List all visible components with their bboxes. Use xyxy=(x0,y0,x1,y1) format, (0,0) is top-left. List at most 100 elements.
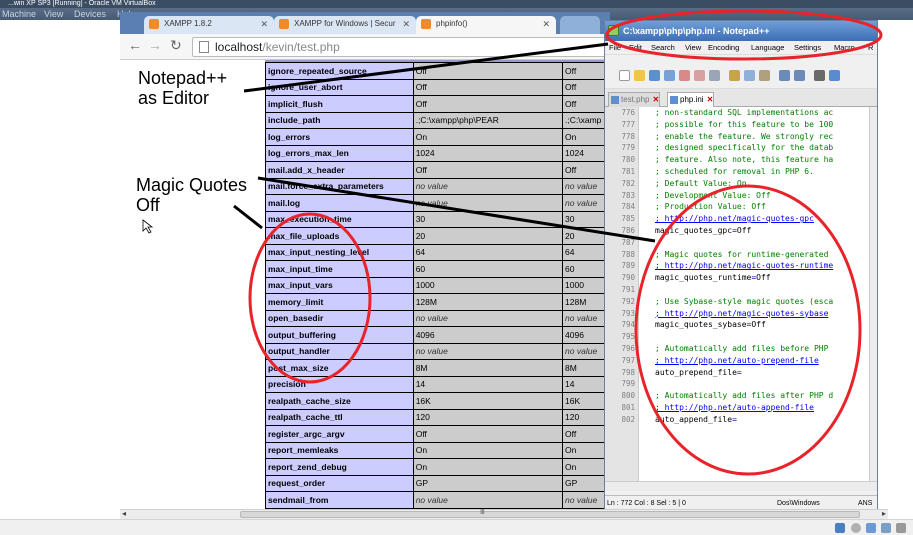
table-row: realpath_cache_size 16K 16K xyxy=(265,392,608,410)
directive-name-cell: max_input_vars xyxy=(265,276,414,294)
line-number-gutter: 776 777 778 779 780 781 782 783 784 785 786 787 788 7… xyxy=(605,107,639,481)
close-all-icon[interactable] xyxy=(694,70,705,81)
master-value-cell: 60 xyxy=(562,260,608,278)
local-value-cell: no value xyxy=(412,177,564,195)
close-icon[interactable]: ✕ xyxy=(707,95,714,104)
scroll-right-arrow-icon[interactable]: ▸ xyxy=(882,509,886,518)
line-number: 800 xyxy=(621,391,635,401)
table-row: ignore_user_abort Off Off xyxy=(265,78,608,96)
editor-horizontal-scrollbar[interactable] xyxy=(605,481,877,491)
scroll-left-arrow-icon[interactable]: ◂ xyxy=(122,509,126,518)
save-icon[interactable] xyxy=(649,70,660,81)
xampp-favicon-icon xyxy=(279,19,289,29)
npp-menu-file[interactable]: File xyxy=(609,43,621,52)
save-all-icon[interactable] xyxy=(664,70,675,81)
line-number: 783 xyxy=(621,190,635,200)
back-arrow-icon[interactable]: ← xyxy=(128,37,142,53)
editor-vertical-scrollbar[interactable] xyxy=(869,107,877,481)
npp-menu-edit[interactable]: Edit xyxy=(629,43,642,52)
master-value-cell: 1000 xyxy=(562,276,608,294)
notepadpp-window: C:\xampp\php\php.ini - Notepad++ File Ed… xyxy=(604,20,878,511)
npp-menu-macro[interactable]: Macro xyxy=(834,43,855,52)
line-number: 779 xyxy=(621,143,635,153)
line-number: 801 xyxy=(621,402,635,412)
find-icon[interactable] xyxy=(814,70,825,81)
address-bar[interactable]: localhost/kevin/test.php xyxy=(192,37,606,57)
local-value-cell: 128M xyxy=(412,293,564,311)
table-row: max_file_uploads 20 20 xyxy=(265,227,608,245)
code-line: ; Use Sybase-style magic quotes (esca xyxy=(655,296,834,306)
directive-name-cell: max_execution_time xyxy=(265,210,414,228)
url-path: /kevin/test.php xyxy=(262,40,340,54)
directive-name-cell: mail.add_x_header xyxy=(265,161,414,179)
code-line: ; designed specifically for the datab xyxy=(655,143,834,153)
line-number: 796 xyxy=(621,343,635,353)
close-icon[interactable]: ✕ xyxy=(402,16,410,32)
browser-tab-xampp-security[interactable]: XAMPP for Windows | Secur ✕ xyxy=(274,16,416,34)
vm-menu-view[interactable]: View xyxy=(44,9,63,19)
close-icon[interactable]: ✕ xyxy=(542,16,550,32)
local-value-cell: 64 xyxy=(412,243,564,261)
npp-tab-php-ini[interactable]: php.ini ✕ xyxy=(667,92,715,107)
master-value-cell: no value xyxy=(562,309,608,327)
display-icon[interactable] xyxy=(896,523,906,533)
npp-menu-language[interactable]: Language xyxy=(751,43,784,52)
copy-icon[interactable] xyxy=(744,70,755,81)
npp-tab-label: php.ini xyxy=(680,95,704,104)
directive-name-cell: post_max_size xyxy=(265,359,414,377)
browser-horizontal-scrollbar[interactable]: ◂ Ⅲ ▸ xyxy=(120,509,888,519)
master-value-cell: Off xyxy=(562,95,608,113)
redo-icon[interactable] xyxy=(794,70,805,81)
scrollbar-thumb[interactable] xyxy=(240,511,860,518)
guest-desktop-left xyxy=(0,20,120,515)
print-icon[interactable] xyxy=(709,70,720,81)
table-row: precision 14 14 xyxy=(265,375,608,393)
directive-name-cell: ignore_repeated_source xyxy=(265,62,414,80)
vm-menu-machine[interactable]: Machine xyxy=(2,9,36,19)
master-value-cell: On xyxy=(562,441,608,459)
npp-tab-test-php[interactable]: test.php ✕ xyxy=(608,92,661,107)
new-file-icon[interactable] xyxy=(619,70,630,81)
table-row: max_input_vars 1000 1000 xyxy=(265,276,608,294)
close-icon[interactable]: ✕ xyxy=(652,95,659,104)
code-editor[interactable]: ; non-standard SQL implementations ac ; p… xyxy=(639,107,869,481)
table-row: open_basedir no value no value xyxy=(265,309,608,327)
local-value-cell: 1000 xyxy=(412,276,564,294)
browser-tab-phpinfo[interactable]: phpinfo() ✕ xyxy=(416,16,556,34)
new-tab-button[interactable] xyxy=(560,16,600,34)
hard-disk-icon[interactable] xyxy=(835,523,845,533)
npp-menu-settings[interactable]: Settings xyxy=(794,43,821,52)
close-icon[interactable]: ✕ xyxy=(260,16,268,32)
reload-icon[interactable]: ↻ xyxy=(170,37,182,54)
npp-menu-search[interactable]: Search xyxy=(651,43,675,52)
npp-menu-view[interactable]: View xyxy=(685,43,701,52)
local-value-cell: Off xyxy=(412,425,564,443)
undo-icon[interactable] xyxy=(779,70,790,81)
table-row: max_input_time 60 60 xyxy=(265,260,608,278)
network-icon[interactable] xyxy=(881,523,891,533)
replace-icon[interactable] xyxy=(829,70,840,81)
npp-menu-run[interactable]: R xyxy=(868,43,873,52)
directive-name-cell: max_input_nesting_level xyxy=(265,243,414,261)
npp-menu-encoding[interactable]: Encoding xyxy=(708,43,739,52)
usb-icon[interactable] xyxy=(866,523,876,533)
directive-name-cell: output_handler xyxy=(265,342,414,360)
optical-drive-icon[interactable] xyxy=(851,523,861,533)
browser-tab-xampp[interactable]: XAMPP 1.8.2 ✕ xyxy=(144,16,274,34)
close-file-icon[interactable] xyxy=(679,70,690,81)
line-number: 802 xyxy=(621,414,635,424)
npp-tab-label: test.php xyxy=(621,95,650,104)
forward-arrow-icon[interactable]: → xyxy=(148,37,162,53)
code-line: ; http://php.net/auto-append-file xyxy=(655,402,814,412)
paste-icon[interactable] xyxy=(759,70,770,81)
table-row: include_path .;C:\xampp\php\PEAR .;C:\xamp xyxy=(265,111,608,129)
cut-icon[interactable] xyxy=(729,70,740,81)
master-value-cell: no value xyxy=(562,194,608,212)
master-value-cell: 64 xyxy=(562,243,608,261)
browser-tab-strip: XAMPP 1.8.2 ✕ XAMPP for Windows | Secur … xyxy=(120,12,610,34)
code-line: ; Development Value: Off xyxy=(655,190,771,200)
open-file-icon[interactable] xyxy=(634,70,645,81)
vm-menu-devices[interactable]: Devices xyxy=(74,9,106,19)
code-line: ; enable the feature. We strongly rec xyxy=(655,131,834,141)
